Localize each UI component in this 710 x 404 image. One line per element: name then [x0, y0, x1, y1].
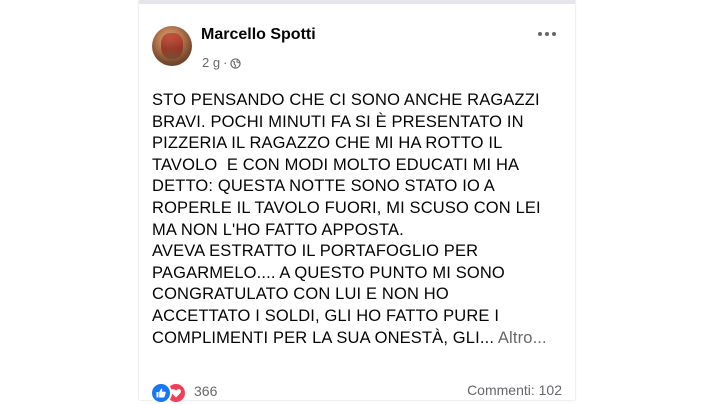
post-text-truncated: COMPLIMENTI PER LA SUA ONESTÀ, GLI...	[152, 328, 495, 347]
post-text-line: ROPERLE IL TAVOLO FUORI, MI SCUSO CON LE…	[152, 198, 541, 217]
globe-icon	[230, 57, 242, 69]
post-text-line: ACCETTATO I SOLDI, GLI HO FATTO PURE I	[152, 306, 500, 325]
post-text-line: PAGARMELO.... A QUESTO PUNTO MI SONO	[152, 263, 505, 282]
like-icon	[150, 382, 172, 404]
post-text-line: TAVOLO E CON MODI MOLTO EDUCATI MI HA	[152, 155, 520, 174]
comments-count[interactable]: Commenti: 102	[467, 382, 562, 398]
post-card: Marcello Spotti 2 g · STO PENSANDO CHE C…	[139, 0, 575, 404]
post-time[interactable]: 2 g	[202, 55, 220, 70]
see-more-link[interactable]: Altro...	[498, 329, 547, 347]
reaction-icons	[150, 382, 188, 404]
post-meta: 2 g ·	[202, 55, 242, 70]
post-text: STO PENSANDO CHE CI SONO ANCHE RAGAZZI B…	[152, 90, 572, 349]
more-options-icon[interactable]	[535, 26, 559, 42]
post-text-line: AVEVA ESTRATTO IL PORTAFOGLIO PER	[152, 242, 479, 261]
post-text-line: PIZZERIA IL RAGAZZO CHE MI HA ROTTO IL	[152, 134, 503, 153]
author-avatar[interactable]	[152, 26, 192, 66]
post-text-line: MA NON L'HO FATTO APPOSTA.	[152, 220, 404, 239]
reaction-count: 366	[194, 383, 218, 399]
author-name[interactable]: Marcello Spotti	[201, 26, 316, 44]
post-text-line: DETTO: QUESTA NOTTE SONO STATO IO A	[152, 177, 495, 196]
post-text-line: CONGRATULATO CON LUI E NON HO	[152, 285, 449, 304]
post-text-line: BRAVI. POCHI MINUTI FA SI È PRESENTATO I…	[152, 112, 524, 131]
post-text-line: STO PENSANDO CHE CI SONO ANCHE RAGAZZI	[152, 91, 540, 109]
reactions-summary[interactable]: 366	[150, 382, 218, 404]
post-text-last-line: COMPLIMENTI PER LA SUA ONESTÀ, GLI... Al…	[152, 328, 572, 350]
meta-separator: ·	[223, 55, 228, 70]
